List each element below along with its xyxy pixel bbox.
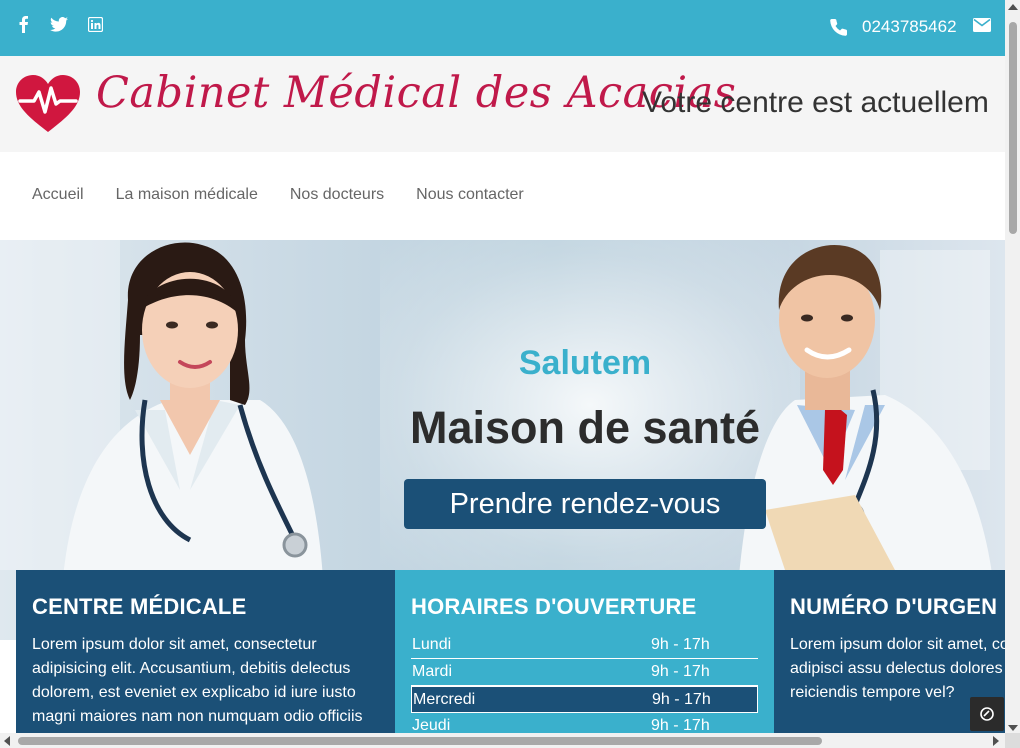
time-cell: 9h - 17h bbox=[652, 691, 711, 708]
centre-medical-box: CENTRE MÉDICALE Lorem ipsum dolor sit am… bbox=[16, 570, 395, 740]
book-appointment-button[interactable]: Prendre rendez-vous bbox=[404, 479, 766, 529]
nav-item-accueil[interactable]: Accueil bbox=[32, 186, 84, 204]
hero-title: Maison de santé bbox=[409, 402, 761, 453]
phone-number[interactable]: 0243785462 bbox=[862, 17, 957, 37]
site-header: Cabinet Médical des Acacias Votre centre… bbox=[0, 56, 1005, 152]
site-logo-text[interactable]: Cabinet Médical des Acacias bbox=[96, 68, 736, 118]
scroll-up-arrow-icon[interactable] bbox=[1008, 4, 1018, 10]
cookie-icon bbox=[980, 707, 994, 721]
contact-info: 0243785462 c bbox=[830, 17, 1013, 37]
info-boxes: CENTRE MÉDICALE Lorem ipsum dolor sit am… bbox=[16, 570, 1005, 740]
scroll-down-arrow-icon[interactable] bbox=[1008, 725, 1018, 731]
emergency-number-title: NUMÉRO D'URGEN bbox=[790, 594, 998, 619]
table-row: Mardi 9h - 17h bbox=[411, 659, 758, 686]
status-notice: Votre centre est actuellem bbox=[642, 86, 989, 119]
vertical-scrollbar[interactable] bbox=[1005, 0, 1020, 748]
heart-logo-icon[interactable] bbox=[14, 74, 82, 134]
social-links bbox=[14, 15, 104, 33]
nav-item-contact[interactable]: Nous contacter bbox=[416, 186, 524, 204]
opening-hours-title: HORAIRES D'OUVERTURE bbox=[411, 594, 697, 619]
day-cell: Mardi bbox=[412, 663, 453, 680]
opening-hours-table: Lundi 9h - 17h Mardi 9h - 17h Mercredi 9… bbox=[411, 632, 758, 740]
emergency-number-text: Lorem ipsum dolor sit amet, co adipisici… bbox=[790, 636, 1005, 701]
centre-medical-title: CENTRE MÉDICALE bbox=[32, 594, 247, 619]
time-cell: 9h - 17h bbox=[651, 663, 710, 680]
table-row: Mercredi 9h - 17h bbox=[411, 686, 758, 713]
twitter-icon[interactable] bbox=[50, 15, 68, 33]
scroll-left-arrow-icon[interactable] bbox=[4, 736, 10, 746]
hero-subtitle: Salutem bbox=[518, 344, 652, 382]
phone-icon bbox=[830, 18, 848, 36]
scroll-right-arrow-icon[interactable] bbox=[993, 736, 999, 746]
main-nav: Accueil La maison médicale Nos docteurs … bbox=[0, 152, 1005, 240]
horizontal-scrollbar[interactable] bbox=[0, 733, 1005, 748]
day-cell: Mercredi bbox=[413, 691, 476, 708]
mail-icon bbox=[972, 18, 991, 36]
time-cell: 9h - 17h bbox=[651, 636, 710, 653]
cookie-settings-button[interactable] bbox=[970, 697, 1004, 731]
horizontal-scroll-thumb[interactable] bbox=[18, 737, 822, 745]
top-bar: 0243785462 c bbox=[0, 0, 1013, 56]
nav-item-docteurs[interactable]: Nos docteurs bbox=[290, 186, 384, 204]
opening-hours-box: HORAIRES D'OUVERTURE Lundi 9h - 17h Mard… bbox=[395, 570, 774, 740]
nav-item-maison-medicale[interactable]: La maison médicale bbox=[116, 186, 258, 204]
linkedin-icon[interactable] bbox=[86, 15, 104, 33]
day-cell: Lundi bbox=[412, 636, 452, 653]
table-row: Lundi 9h - 17h bbox=[411, 632, 758, 659]
scrollbar-corner bbox=[1005, 733, 1020, 748]
facebook-icon[interactable] bbox=[14, 15, 32, 33]
centre-medical-text: Lorem ipsum dolor sit amet, consectetur … bbox=[32, 636, 363, 725]
vertical-scroll-thumb[interactable] bbox=[1009, 22, 1017, 234]
